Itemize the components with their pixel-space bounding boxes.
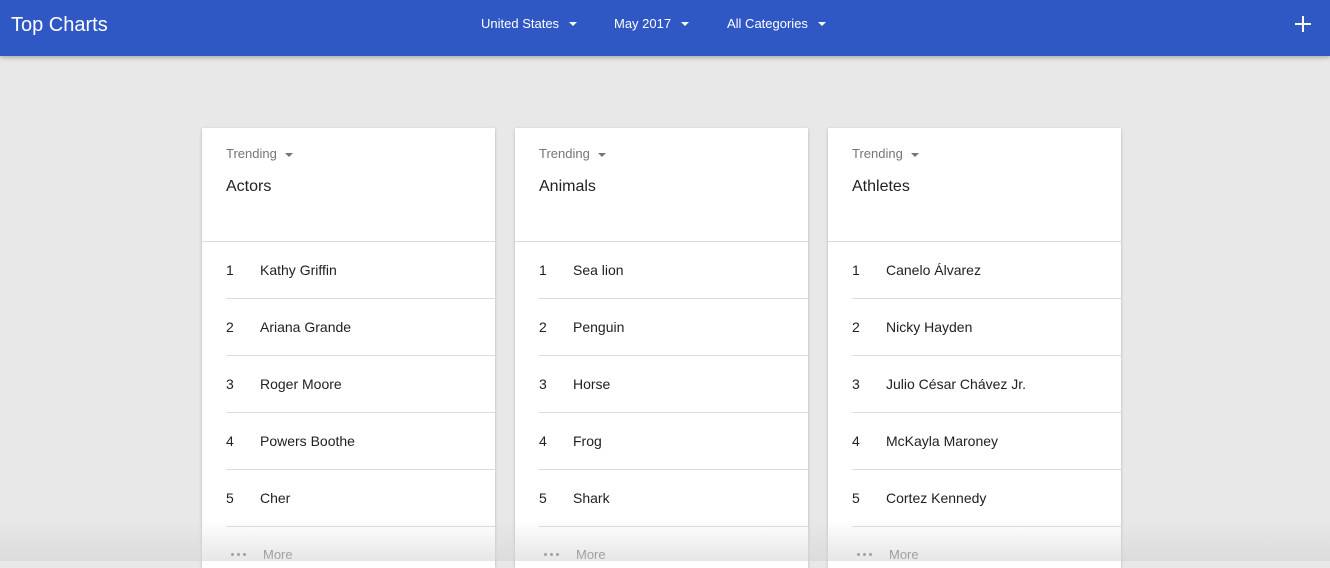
- card-header: Trending Athletes: [828, 128, 1121, 242]
- item-name: Sea lion: [573, 262, 624, 278]
- rank-number: 3: [226, 376, 234, 392]
- caret-down-icon: [681, 22, 690, 26]
- list-item[interactable]: 5 Cortez Kennedy: [852, 470, 1121, 527]
- date-filter-label: May 2017: [614, 16, 672, 31]
- country-filter[interactable]: United States: [481, 16, 578, 32]
- trending-dropdown-label: Trending: [852, 146, 903, 161]
- list-item[interactable]: 3 Horse: [539, 356, 808, 413]
- rank-number: 5: [852, 490, 860, 506]
- more-horiz-icon: [857, 552, 872, 556]
- item-name: Horse: [573, 376, 611, 392]
- rank-number: 3: [539, 376, 547, 392]
- more-label: More: [576, 546, 606, 562]
- rank-number: 4: [226, 433, 234, 449]
- top-app-bar: Top Charts United States May 2017 All Ca…: [0, 0, 1330, 56]
- item-name: Canelo Álvarez: [886, 262, 981, 278]
- trending-dropdown[interactable]: Trending: [226, 146, 293, 161]
- list-item[interactable]: 1 Sea lion: [539, 242, 808, 299]
- rank-number: 3: [852, 376, 860, 392]
- list-item[interactable]: 3 Roger Moore: [226, 356, 495, 413]
- rank-number: 2: [539, 319, 547, 335]
- more-button[interactable]: More: [226, 546, 293, 562]
- rank-number: 1: [852, 262, 860, 278]
- more-label: More: [889, 546, 919, 562]
- caret-down-icon: [597, 152, 606, 157]
- category-filter-label: All Categories: [727, 16, 808, 31]
- rank-number: 1: [226, 262, 234, 278]
- more-horiz-icon: [231, 552, 246, 556]
- item-name: Julio César Chávez Jr.: [886, 376, 1027, 392]
- rank-number: 1: [539, 262, 547, 278]
- chart-card-athletes: Trending Athletes 1 Canelo Álvarez 2 Nicky…: [828, 128, 1121, 568]
- item-name: Ariana Grande: [260, 319, 352, 335]
- rank-number: 2: [226, 319, 234, 335]
- list-item[interactable]: 5 Cher: [226, 470, 495, 527]
- trending-dropdown-label: Trending: [539, 146, 590, 161]
- caret-down-icon: [284, 152, 293, 157]
- more-button[interactable]: More: [852, 546, 919, 562]
- list-item[interactable]: 3 Julio César Chávez Jr.: [852, 356, 1121, 413]
- card-title: Athletes: [852, 178, 910, 195]
- item-name: Nicky Hayden: [886, 319, 973, 335]
- item-name: Frog: [573, 433, 602, 449]
- caret-down-icon: [910, 152, 919, 157]
- trending-dropdown[interactable]: Trending: [539, 146, 606, 161]
- rank-number: 4: [539, 433, 547, 449]
- list-item[interactable]: 4 Frog: [539, 413, 808, 470]
- rank-number: 4: [852, 433, 860, 449]
- country-filter-label: United States: [481, 16, 560, 31]
- rank-number: 5: [539, 490, 547, 506]
- list-item[interactable]: 1 Canelo Álvarez: [852, 242, 1121, 299]
- card-header: Trending Animals: [515, 128, 808, 242]
- item-name: Cher: [260, 490, 291, 506]
- card-header: Trending Actors: [202, 128, 495, 242]
- list-item[interactable]: 2 Ariana Grande: [226, 299, 495, 356]
- list-item[interactable]: 2 Penguin: [539, 299, 808, 356]
- more-label: More: [263, 546, 293, 562]
- item-name: Penguin: [573, 319, 625, 335]
- more-button[interactable]: More: [539, 546, 606, 562]
- item-name: McKayla Maroney: [886, 433, 999, 449]
- category-filter[interactable]: All Categories: [727, 16, 826, 32]
- list-item[interactable]: 4 McKayla Maroney: [852, 413, 1121, 470]
- item-name: Kathy Griffin: [260, 262, 337, 278]
- rank-number: 5: [226, 490, 234, 506]
- item-name: Powers Boothe: [260, 433, 355, 449]
- list-item[interactable]: 1 Kathy Griffin: [226, 242, 495, 299]
- chart-card-actors: Trending Actors 1 Kathy Griffin 2 Ariana G…: [202, 128, 495, 568]
- item-name: Roger Moore: [260, 376, 342, 392]
- rank-number: 2: [852, 319, 860, 335]
- ranking-list: 1 Kathy Griffin 2 Ariana Grande 3 Roger Moo…: [226, 242, 495, 527]
- date-filter[interactable]: May 2017: [614, 16, 690, 32]
- chart-card-animals: Trending Animals 1 Sea lion 2 Penguin 3 Hor…: [515, 128, 808, 568]
- caret-down-icon: [569, 22, 578, 26]
- trending-dropdown-label: Trending: [226, 146, 277, 161]
- list-item[interactable]: 5 Shark: [539, 470, 808, 527]
- caret-down-icon: [817, 22, 826, 26]
- more-horiz-icon: [544, 552, 559, 556]
- card-title: Actors: [226, 178, 272, 195]
- ranking-list: 1 Canelo Álvarez 2 Nicky Hayden 3 Julio Cés…: [852, 242, 1121, 527]
- item-name: Cortez Kennedy: [886, 490, 987, 506]
- ranking-list: 1 Sea lion 2 Penguin 3 Horse 4 Frog 5 Shark: [539, 242, 808, 527]
- trending-dropdown[interactable]: Trending: [852, 146, 919, 161]
- app-title: Top Charts: [11, 14, 108, 36]
- plus-icon[interactable]: [1293, 14, 1313, 34]
- item-name: Shark: [573, 490, 610, 506]
- list-item[interactable]: 4 Powers Boothe: [226, 413, 495, 470]
- card-title: Animals: [539, 178, 596, 195]
- list-item[interactable]: 2 Nicky Hayden: [852, 299, 1121, 356]
